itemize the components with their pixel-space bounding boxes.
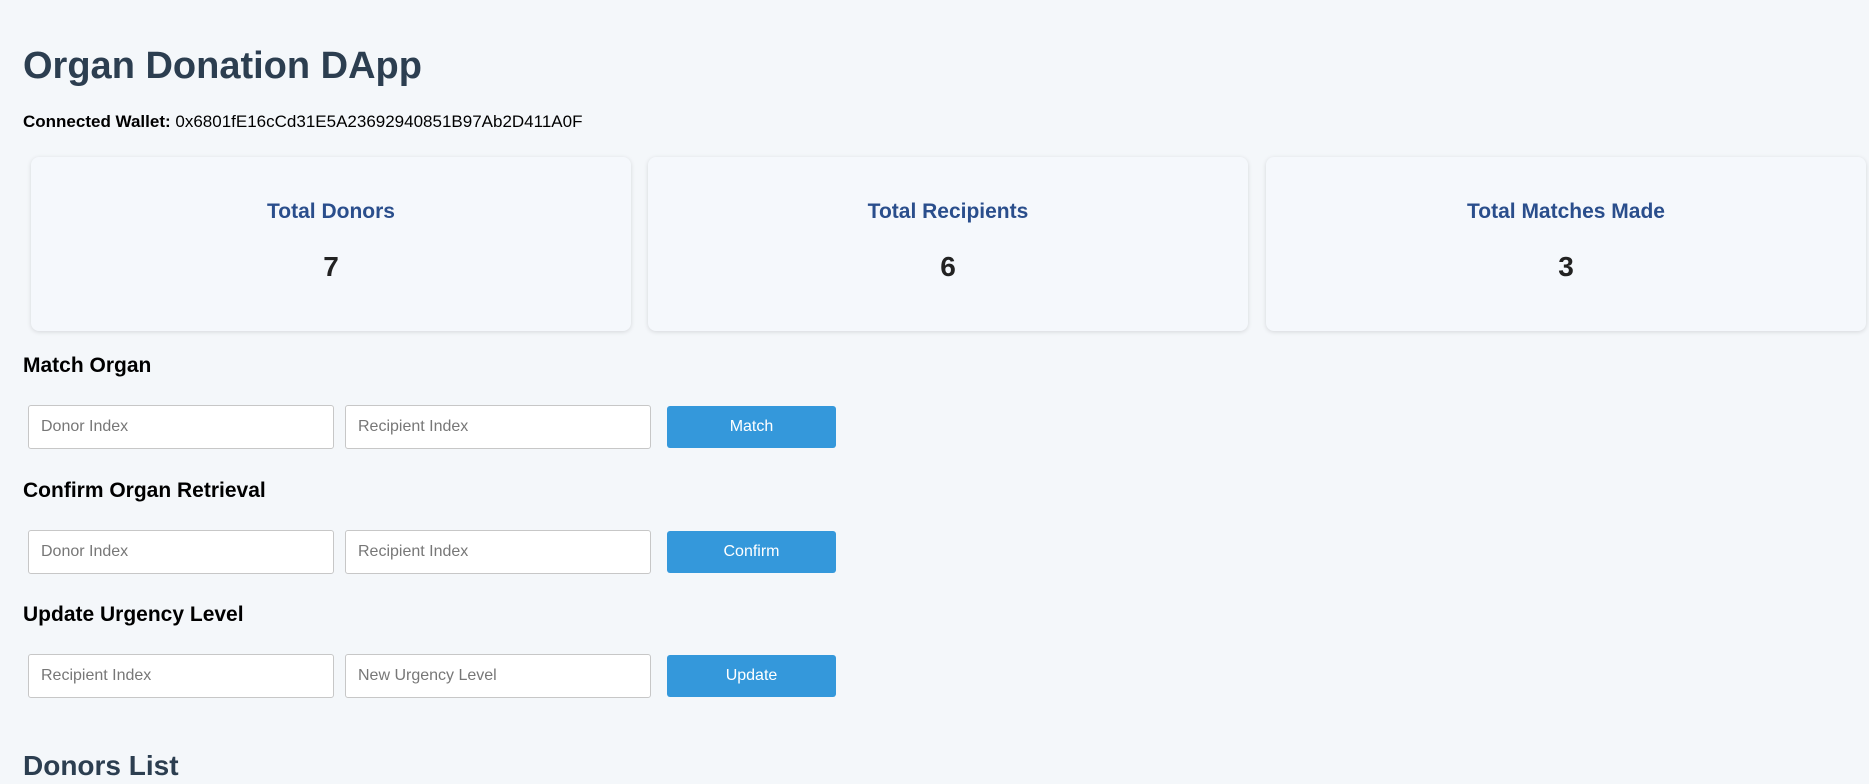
stat-value: 3 — [1558, 251, 1574, 282]
confirm-recipient-index-input[interactable] — [345, 530, 651, 574]
wallet-address: 0x6801fE16cCd31E5A23692940851B97Ab2D411A… — [175, 112, 583, 131]
section-title-update-urgency: Update Urgency Level — [23, 603, 244, 626]
section-title-match-organ: Match Organ — [23, 354, 152, 377]
stat-title: Total Matches Made — [1467, 200, 1665, 223]
stat-title: Total Donors — [267, 200, 395, 223]
new-urgency-level-input[interactable] — [345, 654, 651, 698]
confirm-donor-index-input[interactable] — [28, 530, 334, 574]
confirm-button[interactable]: Confirm — [667, 531, 836, 573]
match-button[interactable]: Match — [667, 406, 836, 448]
confirm-retrieval-form: Confirm — [28, 530, 848, 574]
stat-card-total-donors: Total Donors 7 — [31, 157, 631, 331]
section-title-confirm-retrieval: Confirm Organ Retrieval — [23, 479, 266, 502]
match-recipient-index-input[interactable] — [345, 405, 651, 449]
stat-value: 7 — [323, 251, 339, 282]
wallet-label: Connected Wallet: — [23, 112, 171, 131]
match-donor-index-input[interactable] — [28, 405, 334, 449]
update-button[interactable]: Update — [667, 655, 836, 697]
stat-card-total-matches: Total Matches Made 3 — [1266, 157, 1866, 331]
update-urgency-form: Update — [28, 654, 848, 698]
stats-row: Total Donors 7 Total Recipients 6 Total … — [31, 157, 1869, 332]
urgency-recipient-index-input[interactable] — [28, 654, 334, 698]
connected-wallet: Connected Wallet: 0x6801fE16cCd31E5A2369… — [23, 111, 582, 133]
stat-card-total-recipients: Total Recipients 6 — [648, 157, 1248, 331]
stat-title: Total Recipients — [867, 200, 1029, 223]
match-organ-form: Match — [28, 405, 848, 449]
donors-list-title: Donors List — [23, 750, 179, 781]
stat-value: 6 — [940, 251, 956, 282]
page-title: Organ Donation DApp — [23, 45, 422, 87]
